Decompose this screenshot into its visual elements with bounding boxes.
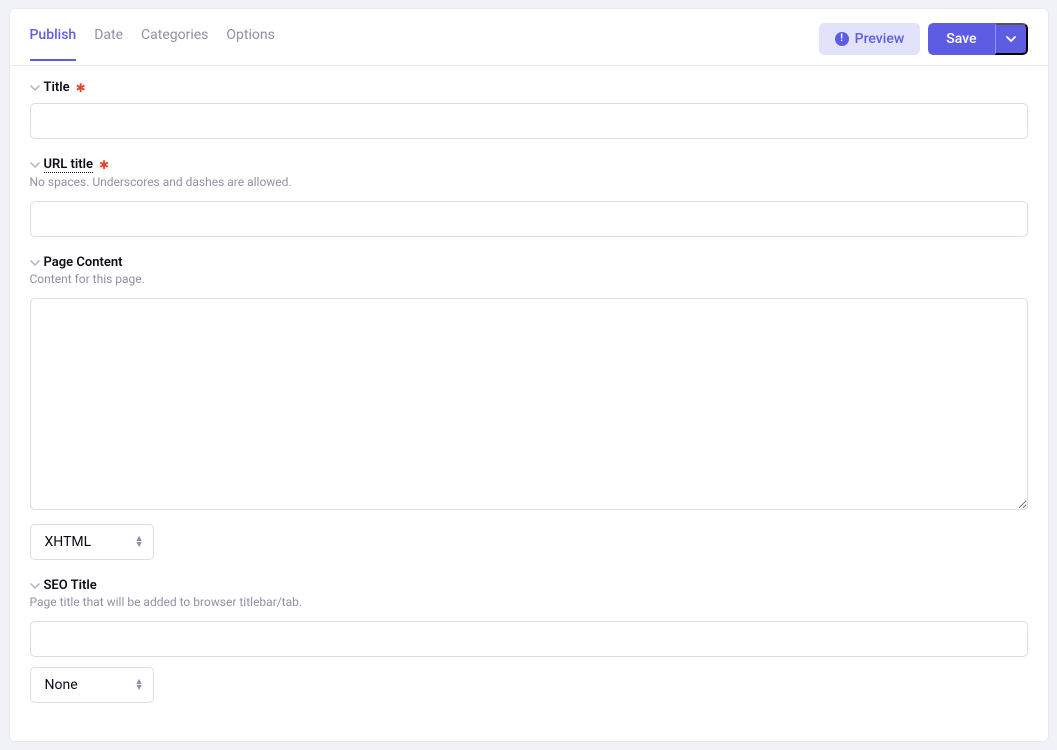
tabs: Publish Date Categories Options bbox=[30, 27, 275, 61]
save-dropdown-button[interactable] bbox=[995, 23, 1028, 55]
title-label: Title bbox=[44, 80, 70, 95]
seo-title-option-select[interactable]: None bbox=[30, 667, 154, 703]
save-button-group: Save bbox=[928, 23, 1027, 55]
chevron-down-icon bbox=[30, 583, 40, 589]
seo-title-input[interactable] bbox=[30, 621, 1028, 657]
required-icon: ✱ bbox=[99, 158, 109, 172]
page-content-label: Page Content bbox=[44, 255, 123, 270]
preview-button[interactable]: ! Preview bbox=[819, 23, 921, 55]
url-title-label: URL title bbox=[44, 157, 94, 173]
info-icon: ! bbox=[835, 32, 849, 46]
tab-categories[interactable]: Categories bbox=[141, 27, 208, 61]
url-title-input[interactable] bbox=[30, 201, 1028, 237]
tab-bar: Publish Date Categories Options ! Previe… bbox=[10, 9, 1048, 66]
action-buttons: ! Preview Save bbox=[819, 23, 1028, 65]
seo-title-desc: Page title that will be added to browser… bbox=[30, 595, 1028, 609]
form-body: Title ✱ URL title ✱ No spaces. Underscor… bbox=[10, 66, 1048, 741]
collapse-toggle-seo-title[interactable] bbox=[30, 583, 40, 589]
field-url-title: URL title ✱ No spaces. Underscores and d… bbox=[30, 157, 1028, 237]
chevron-down-icon bbox=[30, 85, 40, 91]
save-button-label: Save bbox=[946, 32, 976, 46]
chevron-down-icon bbox=[30, 260, 40, 266]
publish-form-panel: Publish Date Categories Options ! Previe… bbox=[9, 8, 1049, 742]
preview-button-label: Preview bbox=[855, 32, 905, 46]
tab-date[interactable]: Date bbox=[94, 27, 123, 61]
collapse-toggle-title[interactable] bbox=[30, 85, 40, 91]
chevron-down-icon bbox=[30, 162, 40, 168]
field-seo-title: SEO Title Page title that will be added … bbox=[30, 578, 1028, 703]
tab-options[interactable]: Options bbox=[226, 27, 274, 61]
seo-title-label: SEO Title bbox=[44, 578, 97, 593]
url-title-desc: No spaces. Underscores and dashes are al… bbox=[30, 175, 1028, 189]
save-button[interactable]: Save bbox=[928, 23, 994, 55]
collapse-toggle-page-content[interactable] bbox=[30, 260, 40, 266]
field-page-content: Page Content Content for this page. XHTM… bbox=[30, 255, 1028, 560]
chevron-down-icon bbox=[1006, 36, 1016, 42]
page-content-textarea[interactable] bbox=[30, 298, 1028, 510]
title-input[interactable] bbox=[30, 103, 1028, 139]
page-content-desc: Content for this page. bbox=[30, 272, 1028, 286]
field-title: Title ✱ bbox=[30, 80, 1028, 139]
required-icon: ✱ bbox=[76, 81, 86, 95]
page-content-format-select[interactable]: XHTML bbox=[30, 524, 154, 560]
tab-publish[interactable]: Publish bbox=[30, 27, 77, 61]
collapse-toggle-url-title[interactable] bbox=[30, 162, 40, 168]
